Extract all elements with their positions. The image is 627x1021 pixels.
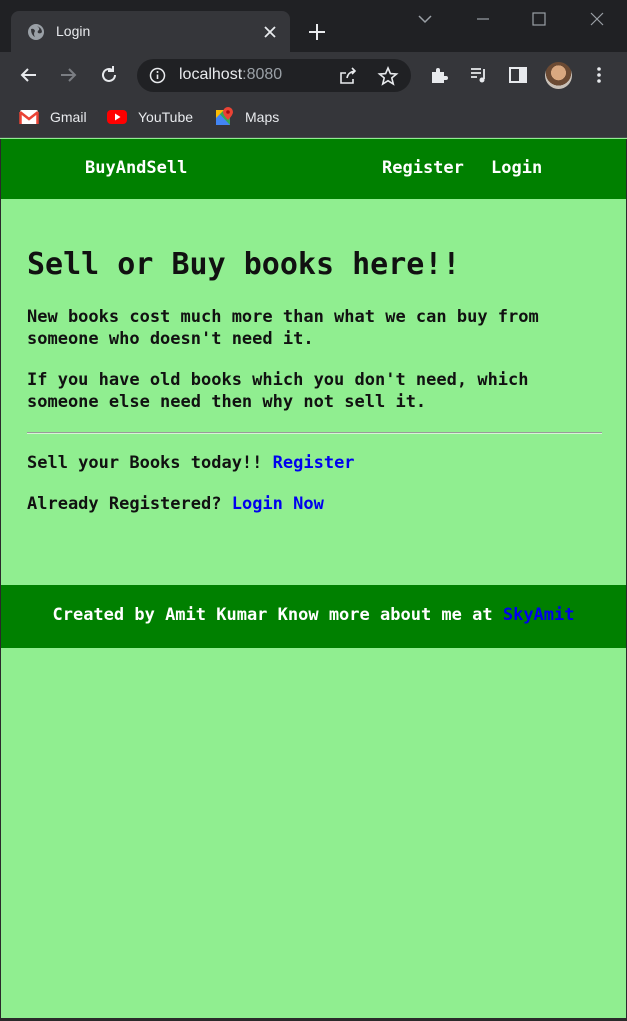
new-tab-icon[interactable] (305, 20, 329, 44)
site-navbar: BuyAndSell Register Login (1, 139, 626, 199)
web-page: BuyAndSell Register Login Sell or Buy bo… (0, 139, 627, 1018)
globe-icon (28, 24, 44, 40)
footer-text-line: Created by Amit Kumar Know more about me… (1, 605, 626, 625)
address-bar[interactable]: localhost:8080 (137, 59, 411, 92)
side-panel-icon[interactable] (507, 64, 529, 86)
bookmark-label: YouTube (138, 109, 194, 125)
browser-tabstrip: Login (0, 0, 627, 52)
youtube-icon (107, 110, 127, 124)
tab-title: Login (56, 23, 91, 39)
bookmark-youtube[interactable]: YouTube (107, 107, 193, 127)
login-line: Already Registered? Login Now (27, 494, 324, 514)
bookmarks-bar: Gmail YouTube Maps (0, 99, 627, 138)
intro-paragraph-1: New books cost much more than what we ca… (27, 307, 539, 349)
profile-avatar[interactable] (545, 62, 572, 89)
site-info-icon[interactable] (149, 67, 166, 84)
maps-icon (216, 107, 233, 125)
kebab-menu-icon[interactable] (588, 64, 610, 86)
bookmark-maps[interactable]: Maps (216, 107, 279, 127)
tab-search-chevron-icon[interactable] (414, 8, 436, 30)
register-link[interactable]: Register (273, 453, 355, 473)
site-footer: Created by Amit Kumar Know more about me… (1, 585, 626, 648)
gmail-icon (19, 110, 39, 124)
login-now-link[interactable]: Login Now (232, 494, 324, 514)
browser-tab[interactable]: Login (11, 11, 290, 52)
sell-text: Sell your Books today!! (27, 453, 263, 473)
site-brand[interactable]: BuyAndSell (85, 158, 187, 178)
divider (27, 432, 602, 434)
bookmark-star-icon[interactable] (377, 65, 399, 87)
registered-text: Already Registered? (27, 494, 222, 514)
intro-paragraph-2: If you have old books which you don't ne… (27, 370, 529, 412)
close-icon[interactable] (261, 23, 279, 41)
minimize-icon[interactable] (472, 8, 494, 30)
url-text: localhost:8080 (179, 66, 282, 84)
bookmark-gmail[interactable]: Gmail (19, 107, 87, 127)
page-title: Sell or Buy books here!! (27, 247, 461, 282)
share-icon[interactable] (337, 65, 359, 87)
maximize-icon[interactable] (528, 8, 550, 30)
reload-icon[interactable] (98, 64, 120, 86)
skyamit-link[interactable]: SkyAmit (503, 605, 575, 625)
bookmark-label: Gmail (50, 109, 87, 125)
footer-credit: Created by Amit Kumar Know more about me… (52, 605, 493, 625)
bookmark-label: Maps (245, 109, 280, 125)
media-controls-icon[interactable] (468, 64, 490, 86)
url-port: :8080 (242, 66, 283, 83)
nav-login-link[interactable]: Login (491, 158, 542, 178)
window-close-icon[interactable] (586, 8, 608, 30)
browser-toolbar: localhost:8080 (0, 52, 627, 99)
back-arrow-icon[interactable] (18, 64, 40, 86)
forward-arrow-icon[interactable] (57, 64, 79, 86)
nav-register-link[interactable]: Register (382, 158, 464, 178)
sell-line: Sell your Books today!! Register (27, 453, 355, 473)
extensions-icon[interactable] (428, 64, 450, 86)
url-host: localhost (179, 66, 243, 83)
